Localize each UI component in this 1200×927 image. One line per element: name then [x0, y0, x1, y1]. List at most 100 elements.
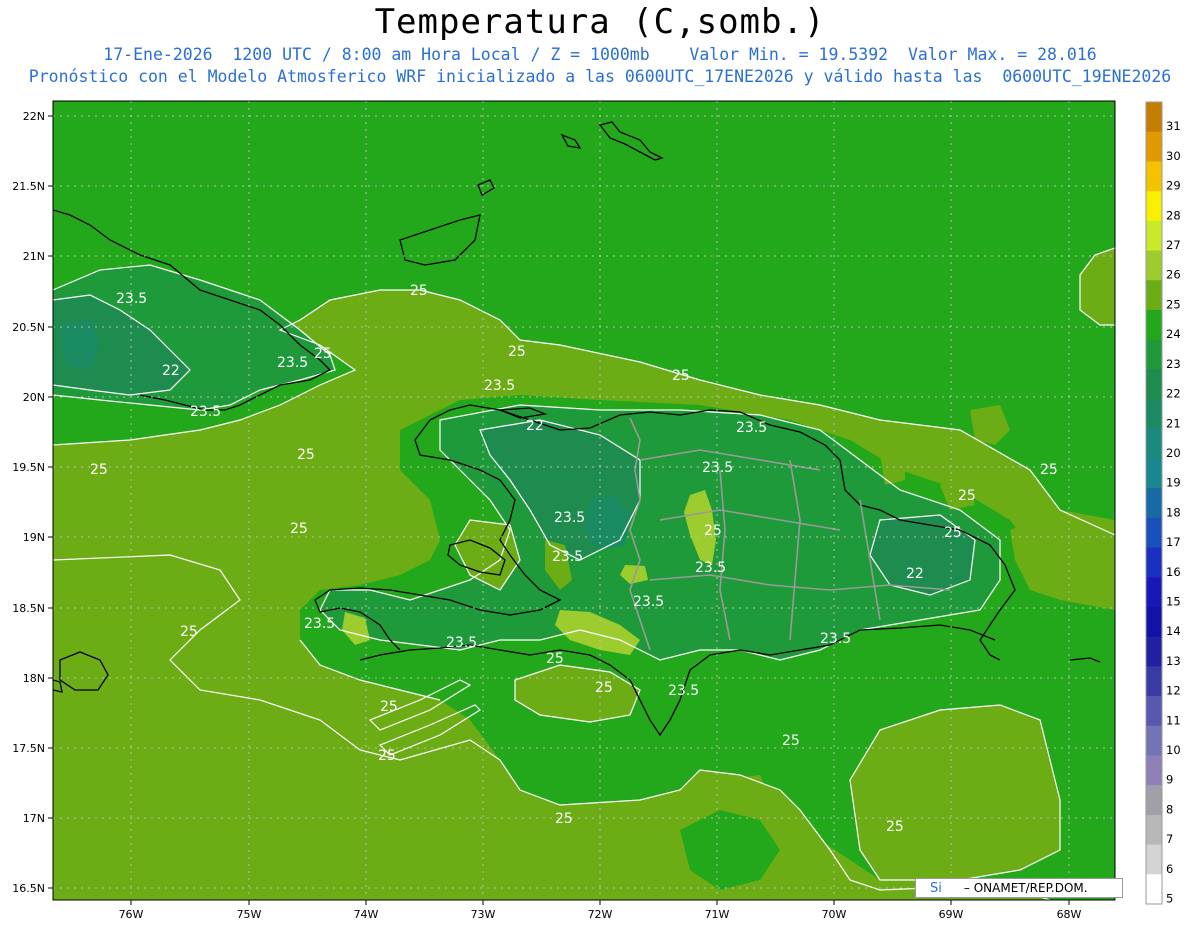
colorbar-label: 21	[1166, 416, 1181, 430]
contour-label: 25	[886, 819, 904, 835]
contour-label: 22	[526, 418, 544, 434]
colorbar-swatch	[1146, 369, 1162, 400]
colorbar-label: 29	[1166, 179, 1181, 193]
colorbar-label: 13	[1166, 654, 1181, 668]
colorbar-label: 11	[1166, 713, 1181, 727]
contour-label: 23.5	[304, 616, 335, 632]
colorbar-label: 25	[1166, 297, 1181, 311]
colorbar-swatch	[1146, 785, 1162, 816]
colorbar-label: 22	[1166, 387, 1181, 401]
contour-label: 25	[410, 283, 428, 299]
contour-label: 25	[595, 680, 613, 696]
colorbar-label: 10	[1166, 743, 1181, 757]
contour-label: 25	[704, 523, 722, 539]
colorbar-swatch	[1146, 131, 1162, 162]
field-25-south-sea-2	[850, 705, 1060, 880]
lon-label: 75W	[237, 908, 262, 921]
colorbar-swatch	[1146, 102, 1162, 133]
colorbar-swatch	[1146, 844, 1162, 875]
colorbar-label: 17	[1166, 535, 1181, 549]
contour-label: 25	[90, 462, 108, 478]
lat-label: 22N	[23, 110, 45, 123]
colorbar-swatch	[1146, 161, 1162, 192]
contour-label: 25	[380, 699, 398, 715]
lon-label: 69W	[939, 908, 964, 921]
contour-label: 23.5	[633, 594, 664, 610]
colorbar-swatch	[1146, 725, 1162, 756]
colorbar-label: 19	[1166, 476, 1181, 490]
contour-label: 23.5	[695, 560, 726, 576]
colorbar-swatch	[1146, 309, 1162, 341]
contour-label: 23.5	[277, 355, 308, 371]
contour-label: 23.5	[116, 291, 147, 307]
colorbar-label: 6	[1166, 862, 1173, 876]
lon-label: 68W	[1057, 908, 1082, 921]
colorbar-label: 16	[1166, 565, 1181, 579]
colorbar-swatch	[1146, 547, 1162, 578]
colorbar: 31 30 29 28 27 26 25 24 23 22 21 20 19 18 17 16 15 14 13 12…	[1145, 101, 1181, 906]
lat-label: 17.5N	[12, 742, 45, 755]
colorbar-swatch	[1146, 250, 1162, 281]
contour-label: 25	[555, 811, 573, 827]
contour-label: 25	[944, 525, 962, 541]
colorbar-label: 30	[1166, 149, 1181, 163]
contour-label: 25	[546, 651, 564, 667]
colorbar-label: 15	[1166, 594, 1181, 608]
colorbar-swatch	[1146, 636, 1162, 667]
colorbar-swatch	[1146, 428, 1162, 459]
lon-label: 71W	[705, 908, 730, 921]
credit-org-name: ONAMET/REP.DOM.	[973, 881, 1088, 895]
lat-label: 20.5N	[12, 321, 45, 334]
lat-label: 21.5N	[12, 180, 45, 193]
credit-org: – ONAMET/REP.DOM.	[963, 881, 1088, 895]
lat-label: 20N	[23, 391, 45, 404]
colorbar-swatch	[1146, 696, 1162, 727]
contour-label: 25	[672, 368, 690, 384]
colorbar-swatch	[1146, 488, 1162, 519]
colorbar-swatch	[1146, 517, 1162, 549]
colorbar-label: 8	[1166, 802, 1173, 816]
lat-label: 19.5N	[12, 461, 45, 474]
colorbar-label: 26	[1166, 268, 1181, 282]
colorbar-label: 23	[1166, 357, 1181, 371]
credit-box: Si – ONAMET/REP.DOM.	[915, 878, 1123, 898]
colorbar-label: 14	[1166, 624, 1181, 638]
contour-label: 25	[314, 346, 332, 362]
contour-label: 23.5	[820, 631, 851, 647]
colorbar-label: 27	[1166, 238, 1181, 252]
colorbar-swatch	[1146, 577, 1162, 608]
colorbar-label: 12	[1166, 684, 1181, 698]
colorbar-swatch	[1146, 220, 1162, 252]
lon-label: 73W	[471, 908, 496, 921]
contour-label: 25	[782, 733, 800, 749]
colorbar-label: 7	[1166, 832, 1173, 846]
colorbar-swatch	[1146, 399, 1162, 430]
latitude-axis: 22N 21.5N 21N 20.5N 20N 19.5N 19N 18.5N …	[12, 110, 53, 895]
lat-label: 16.5N	[12, 882, 45, 895]
colorbar-label: 5	[1166, 892, 1173, 906]
contour-label: 25	[297, 447, 315, 463]
lon-label: 70W	[822, 908, 847, 921]
contour-label: 23.5	[446, 635, 477, 651]
contour-label: 23.5	[554, 510, 585, 526]
colorbar-label: 9	[1166, 773, 1173, 787]
contour-label: 25	[1040, 462, 1058, 478]
contour-label: 23.5	[702, 460, 733, 476]
lat-label: 17N	[23, 812, 45, 825]
contour-label: 23.5	[736, 420, 767, 436]
contour-label: 25	[378, 748, 396, 764]
contour-label: 22	[906, 566, 924, 582]
contour-label: 22	[162, 363, 180, 379]
colorbar-label: 20	[1166, 446, 1181, 460]
lat-label: 18.5N	[12, 602, 45, 615]
lat-label: 21N	[23, 250, 45, 263]
lon-label: 72W	[588, 908, 613, 921]
lat-label: 18N	[23, 672, 45, 685]
colorbar-label: 18	[1166, 505, 1181, 519]
colorbar-swatch	[1146, 458, 1162, 489]
colorbar-label: 24	[1166, 327, 1181, 341]
lon-label: 74W	[354, 908, 379, 921]
colorbar-swatch	[1146, 755, 1162, 786]
colorbar-label: 28	[1166, 208, 1181, 222]
contour-label: 25	[290, 521, 308, 537]
